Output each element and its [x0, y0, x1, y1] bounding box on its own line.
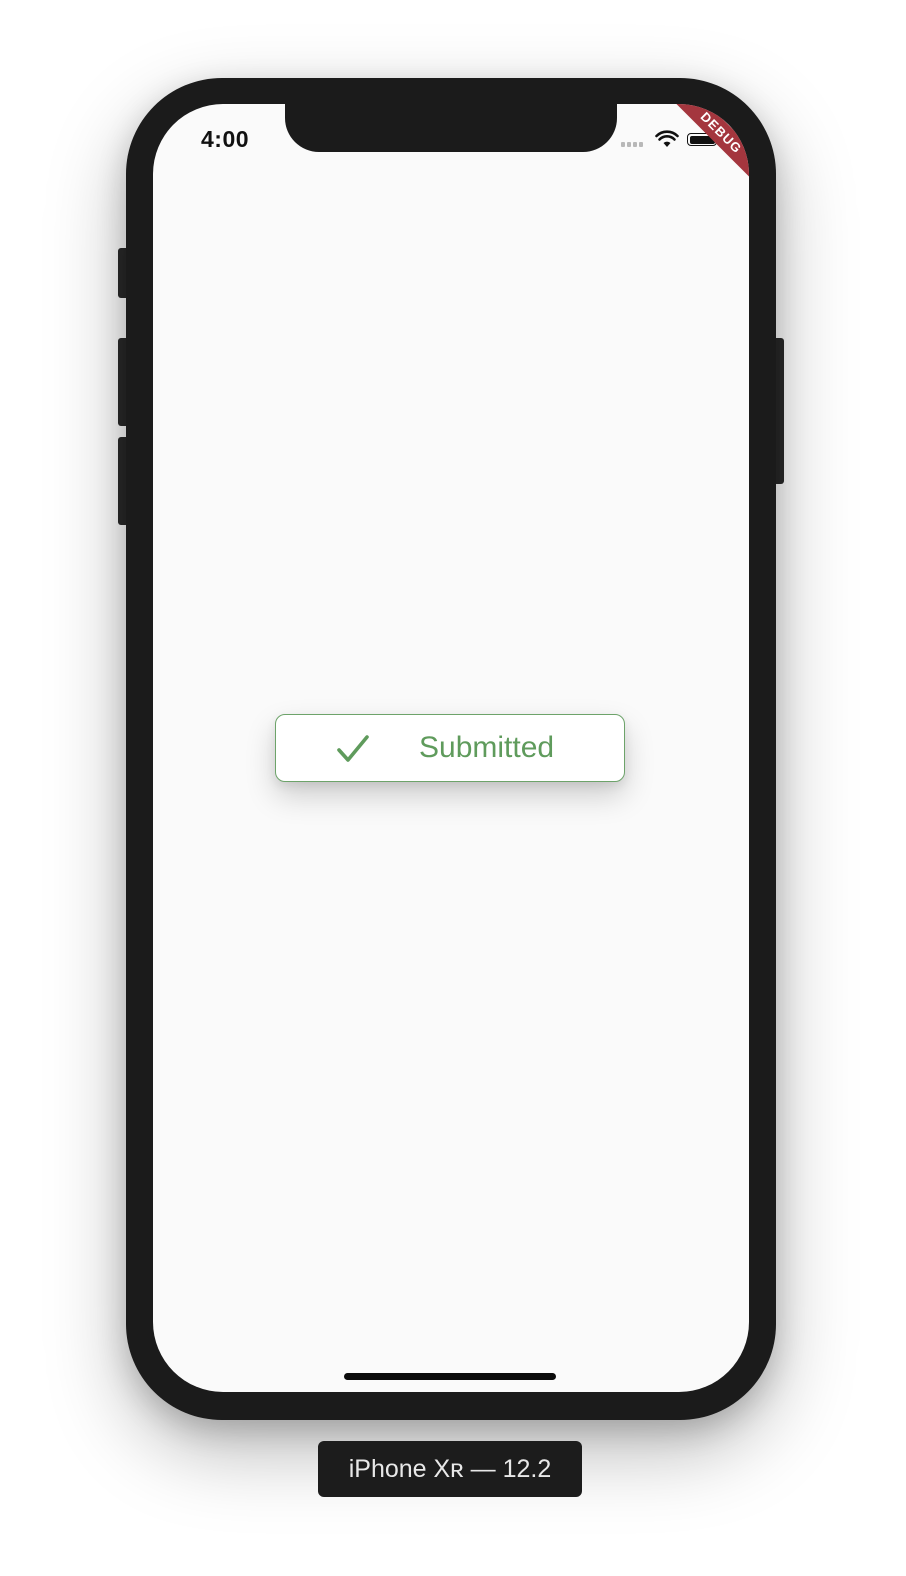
wifi-icon	[655, 130, 679, 147]
cellular-signal-icon	[621, 142, 643, 147]
phone-screen: 4:00 DEBUG Submitted	[153, 104, 749, 1392]
simulator-stage: 4:00 DEBUG Submitted iPhone Xʀ — 12.2	[0, 0, 906, 1576]
notch	[285, 104, 617, 152]
submitted-button[interactable]: Submitted	[275, 714, 625, 782]
status-time: 4:00	[201, 126, 250, 152]
checkmark-icon	[337, 735, 369, 762]
device-label: iPhone Xʀ — 12.2	[318, 1441, 582, 1497]
submitted-label: Submitted	[419, 731, 555, 764]
phone-frame: 4:00 DEBUG Submitted	[126, 78, 776, 1420]
home-indicator[interactable]	[344, 1373, 556, 1380]
